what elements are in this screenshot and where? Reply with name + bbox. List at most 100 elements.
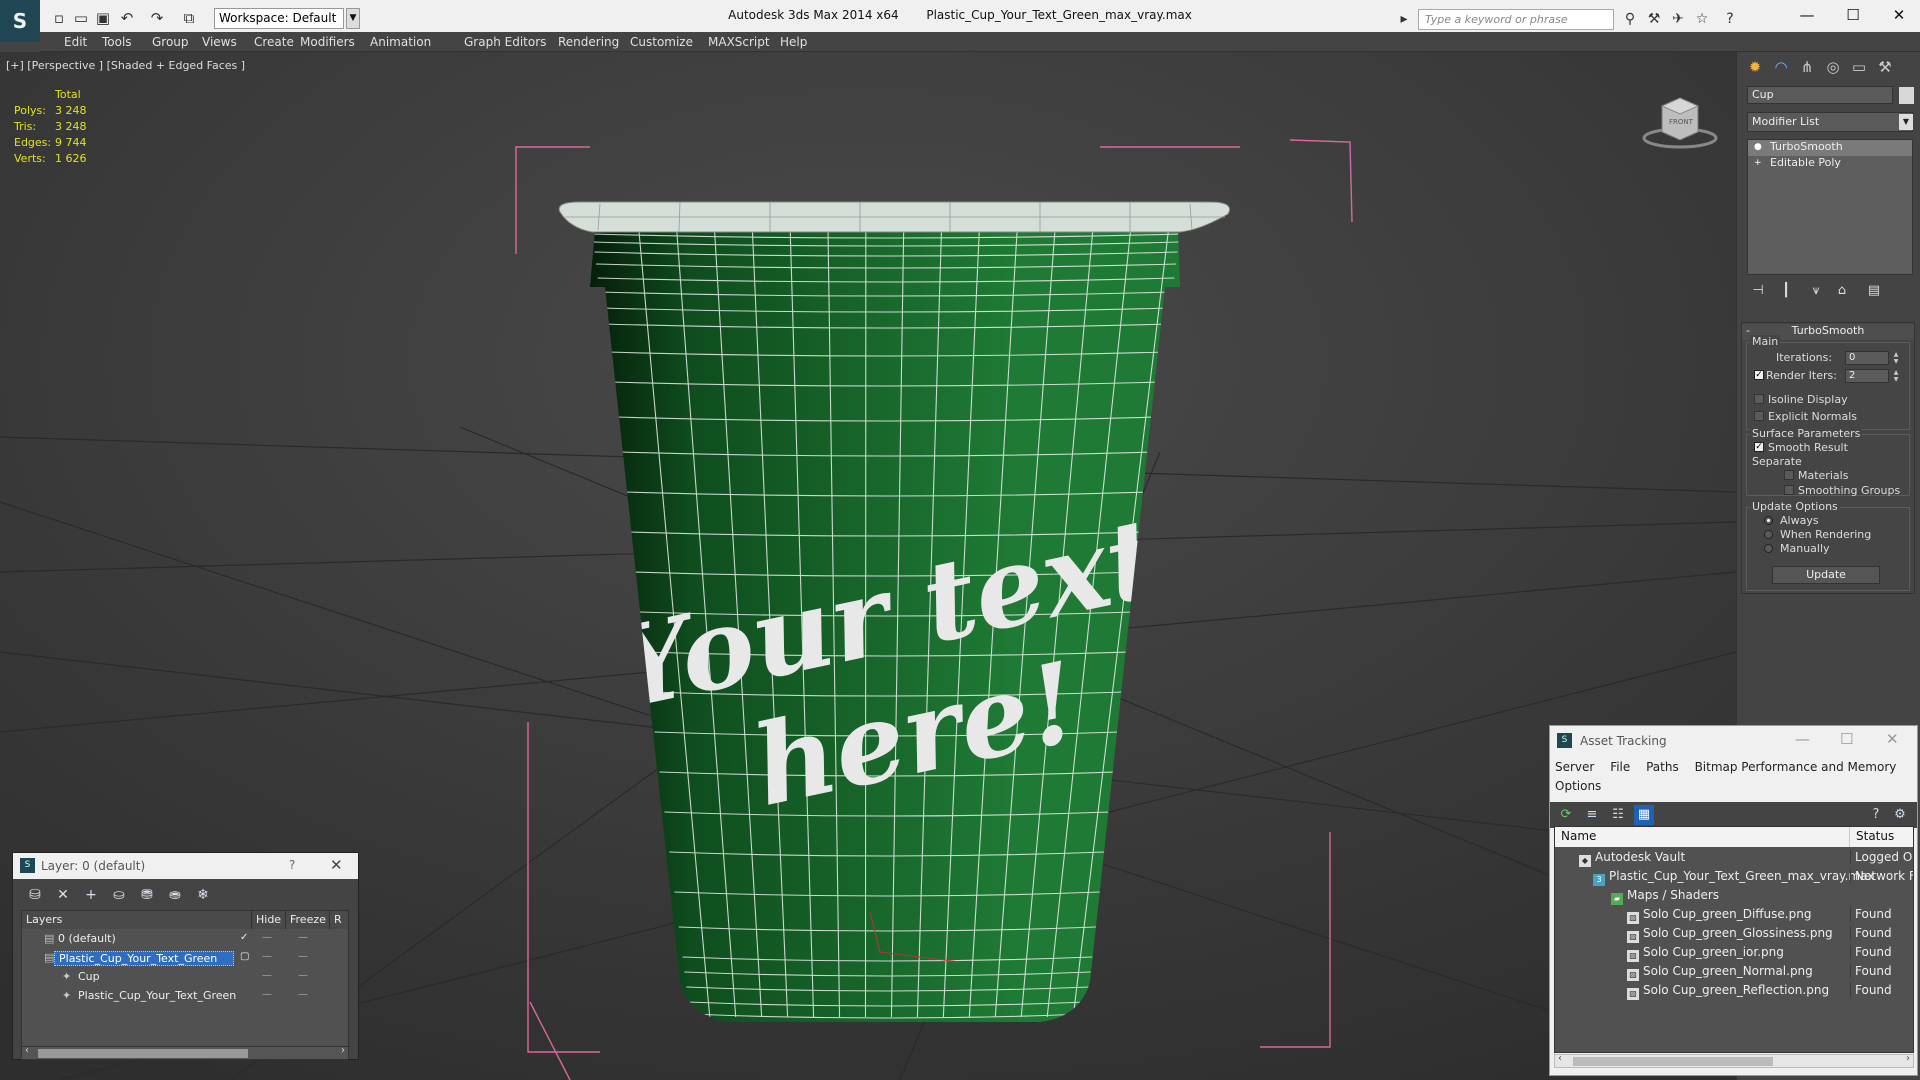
menu-item-maxscript[interactable]: MAXScript <box>708 35 770 49</box>
menu-item-edit[interactable]: Edit <box>64 35 87 49</box>
freeze-all-icon[interactable]: ❄ <box>193 885 213 905</box>
close-button[interactable]: ✕ <box>330 856 343 874</box>
display-tab-icon[interactable]: ▭ <box>1847 56 1871 78</box>
freeze-toggle[interactable]: — <box>298 989 308 1000</box>
layer-row[interactable]: ▤ Plastic_Cup_Your_Text_Green ▢ — — <box>22 949 348 967</box>
menu-item-modifiers[interactable]: Modifiers <box>300 35 355 49</box>
asset-row[interactable]: ▨ Solo Cup_green_Glossiness.png Found <box>1555 924 1913 943</box>
layer-row[interactable]: ▤ 0 (default) ✓ — — <box>22 930 348 948</box>
add-to-layer-icon[interactable]: + <box>81 885 101 905</box>
scroll-left-icon[interactable]: ‹ <box>25 1045 29 1056</box>
scrollbar-thumb[interactable] <box>38 1049 248 1058</box>
asset-row[interactable]: ◆ Autodesk Vault Logged O <box>1555 848 1913 867</box>
iterations-spinner[interactable]: 0 <box>1845 351 1889 365</box>
asset-row[interactable]: ▨ Solo Cup_green_Diffuse.png Found <box>1555 905 1913 924</box>
scroll-right-icon[interactable]: › <box>1906 1053 1910 1064</box>
help-button[interactable]: ? <box>289 858 295 872</box>
configure-sets-icon[interactable]: ▤ <box>1863 280 1885 302</box>
render-iters-checkbox[interactable]: ✓ <box>1754 370 1764 380</box>
minimize-button[interactable]: — <box>1795 730 1810 748</box>
help-icon[interactable]: ? <box>1866 805 1886 825</box>
asset-row[interactable]: ▨ Solo Cup_green_Normal.png Found <box>1555 962 1913 981</box>
save-file-icon[interactable]: ▣ <box>94 9 112 27</box>
undo-icon[interactable]: ↶ <box>118 9 136 27</box>
menu-item-views[interactable]: Views <box>202 35 237 49</box>
close-button[interactable]: ✕ <box>1886 730 1899 748</box>
make-unique-icon[interactable]: ⩛ <box>1805 280 1827 302</box>
create-layer-icon[interactable]: ⛁ <box>25 885 45 905</box>
manually-radio[interactable] <box>1764 544 1773 553</box>
app-logo-icon[interactable]: S <box>0 0 40 42</box>
help-icon[interactable]: ? <box>1720 9 1740 29</box>
stack-item-turbosmooth[interactable]: ● TurboSmooth <box>1748 140 1912 156</box>
binoculars-icon[interactable]: ⚲ <box>1620 9 1640 29</box>
minimize-button[interactable]: — <box>1784 0 1830 32</box>
menu-item-graph-editors[interactable]: Graph Editors <box>464 35 546 49</box>
hide-toggle[interactable]: — <box>262 951 272 962</box>
expand-arrow-icon[interactable]: ▸ <box>1398 9 1410 29</box>
always-radio[interactable] <box>1764 516 1773 525</box>
layer-row[interactable]: ✦ Cup — — <box>22 968 348 986</box>
expand-plus-icon[interactable]: + <box>1754 159 1763 168</box>
freeze-toggle[interactable]: — <box>298 970 308 981</box>
column-header-name[interactable]: Name <box>1555 827 1850 847</box>
scrollbar-thumb[interactable] <box>1573 1057 1773 1066</box>
viewcube-icon[interactable]: FRONT <box>1640 92 1720 152</box>
project-folder-icon[interactable]: ⧉ <box>180 9 198 27</box>
subscription-icon[interactable]: ⚒ <box>1644 9 1664 29</box>
redo-icon[interactable]: ↷ <box>148 9 166 27</box>
when-rendering-radio[interactable] <box>1764 530 1773 539</box>
scroll-left-icon[interactable]: ‹ <box>1558 1053 1562 1064</box>
list-view-icon[interactable]: ≡ <box>1582 805 1602 825</box>
favorites-star-icon[interactable]: ☆ <box>1692 9 1712 29</box>
menu-item-group[interactable]: Group <box>152 35 189 49</box>
modify-tab-icon[interactable]: ◠ <box>1769 56 1793 78</box>
horizontal-scrollbar[interactable]: ‹ › <box>1554 1053 1914 1068</box>
workspace-dropdown[interactable]: Workspace: Default <box>214 8 344 29</box>
materials-checkbox[interactable] <box>1784 470 1794 480</box>
menu-paths[interactable]: Paths <box>1646 760 1679 774</box>
column-header-layers[interactable]: Layers <box>22 911 252 929</box>
set-current-box-icon[interactable]: ▢ <box>240 951 249 962</box>
isoline-checkbox[interactable] <box>1754 394 1764 404</box>
layer-window-titlebar[interactable]: S Layer: 0 (default) ? ✕ <box>13 853 358 879</box>
utilities-tab-icon[interactable]: ⚒ <box>1873 56 1897 78</box>
asset-row[interactable]: 3 Plastic_Cup_Your_Text_Green_max_vray.ma… <box>1555 867 1913 886</box>
hierarchy-tab-icon[interactable]: ⋔ <box>1795 56 1819 78</box>
current-layer-check-icon[interactable]: ✓ <box>240 932 248 943</box>
communication-icon[interactable]: ✈ <box>1668 9 1688 29</box>
asset-window-titlebar[interactable]: S Asset Tracking — ☐ ✕ <box>1550 726 1917 756</box>
horizontal-scrollbar[interactable]: ‹ › <box>21 1045 349 1060</box>
explicit-normals-checkbox[interactable] <box>1754 411 1764 421</box>
spinner-arrows-icon[interactable]: ▲ ▼ <box>1892 369 1900 383</box>
spinner-arrows-icon[interactable]: ▲ ▼ <box>1892 351 1900 365</box>
render-iters-spinner[interactable]: 2 <box>1845 369 1889 383</box>
open-file-icon[interactable]: ▭ <box>72 9 90 27</box>
smoothing-groups-checkbox[interactable] <box>1784 485 1794 495</box>
object-name-field[interactable]: Cup <box>1747 86 1893 104</box>
object-color-swatch[interactable] <box>1899 87 1914 104</box>
update-button[interactable]: Update <box>1772 566 1880 584</box>
stack-item-editable-poly[interactable]: + Editable Poly <box>1748 156 1912 172</box>
asset-row[interactable]: ▰ Maps / Shaders <box>1555 886 1913 905</box>
pin-stack-icon[interactable]: ⊣ <box>1747 280 1769 302</box>
smooth-result-checkbox[interactable]: ✓ <box>1754 442 1764 452</box>
column-header-freeze[interactable]: Freeze <box>286 911 330 929</box>
context-help-icon[interactable]: ⚙ <box>1890 805 1910 825</box>
column-header-status[interactable]: Status <box>1850 827 1913 847</box>
asset-row[interactable]: ▨ Solo Cup_green_ior.png Found <box>1555 943 1913 962</box>
layer-row[interactable]: ✦ Plastic_Cup_Your_Text_Green — — <box>22 987 348 1005</box>
asset-row[interactable]: ▨ Solo Cup_green_Reflection.png Found <box>1555 981 1913 1000</box>
hide-toggle[interactable]: — <box>262 932 272 943</box>
modifier-list-dropdown[interactable]: Modifier List <box>1747 112 1913 132</box>
menu-item-help[interactable]: Help <box>780 35 807 49</box>
menu-bitmap-performance[interactable]: Bitmap Performance and Memory <box>1695 760 1897 774</box>
viewport-label[interactable]: [+] [Perspective ] [Shaded + Edged Faces… <box>6 59 245 72</box>
hide-toggle[interactable]: — <box>262 989 272 1000</box>
menu-item-create[interactable]: Create <box>254 35 294 49</box>
freeze-toggle[interactable]: — <box>298 951 308 962</box>
freeze-toggle[interactable]: — <box>298 932 308 943</box>
menu-server[interactable]: Server <box>1555 760 1594 774</box>
menu-item-customize[interactable]: Customize <box>630 35 693 49</box>
menu-options[interactable]: Options <box>1555 779 1601 793</box>
